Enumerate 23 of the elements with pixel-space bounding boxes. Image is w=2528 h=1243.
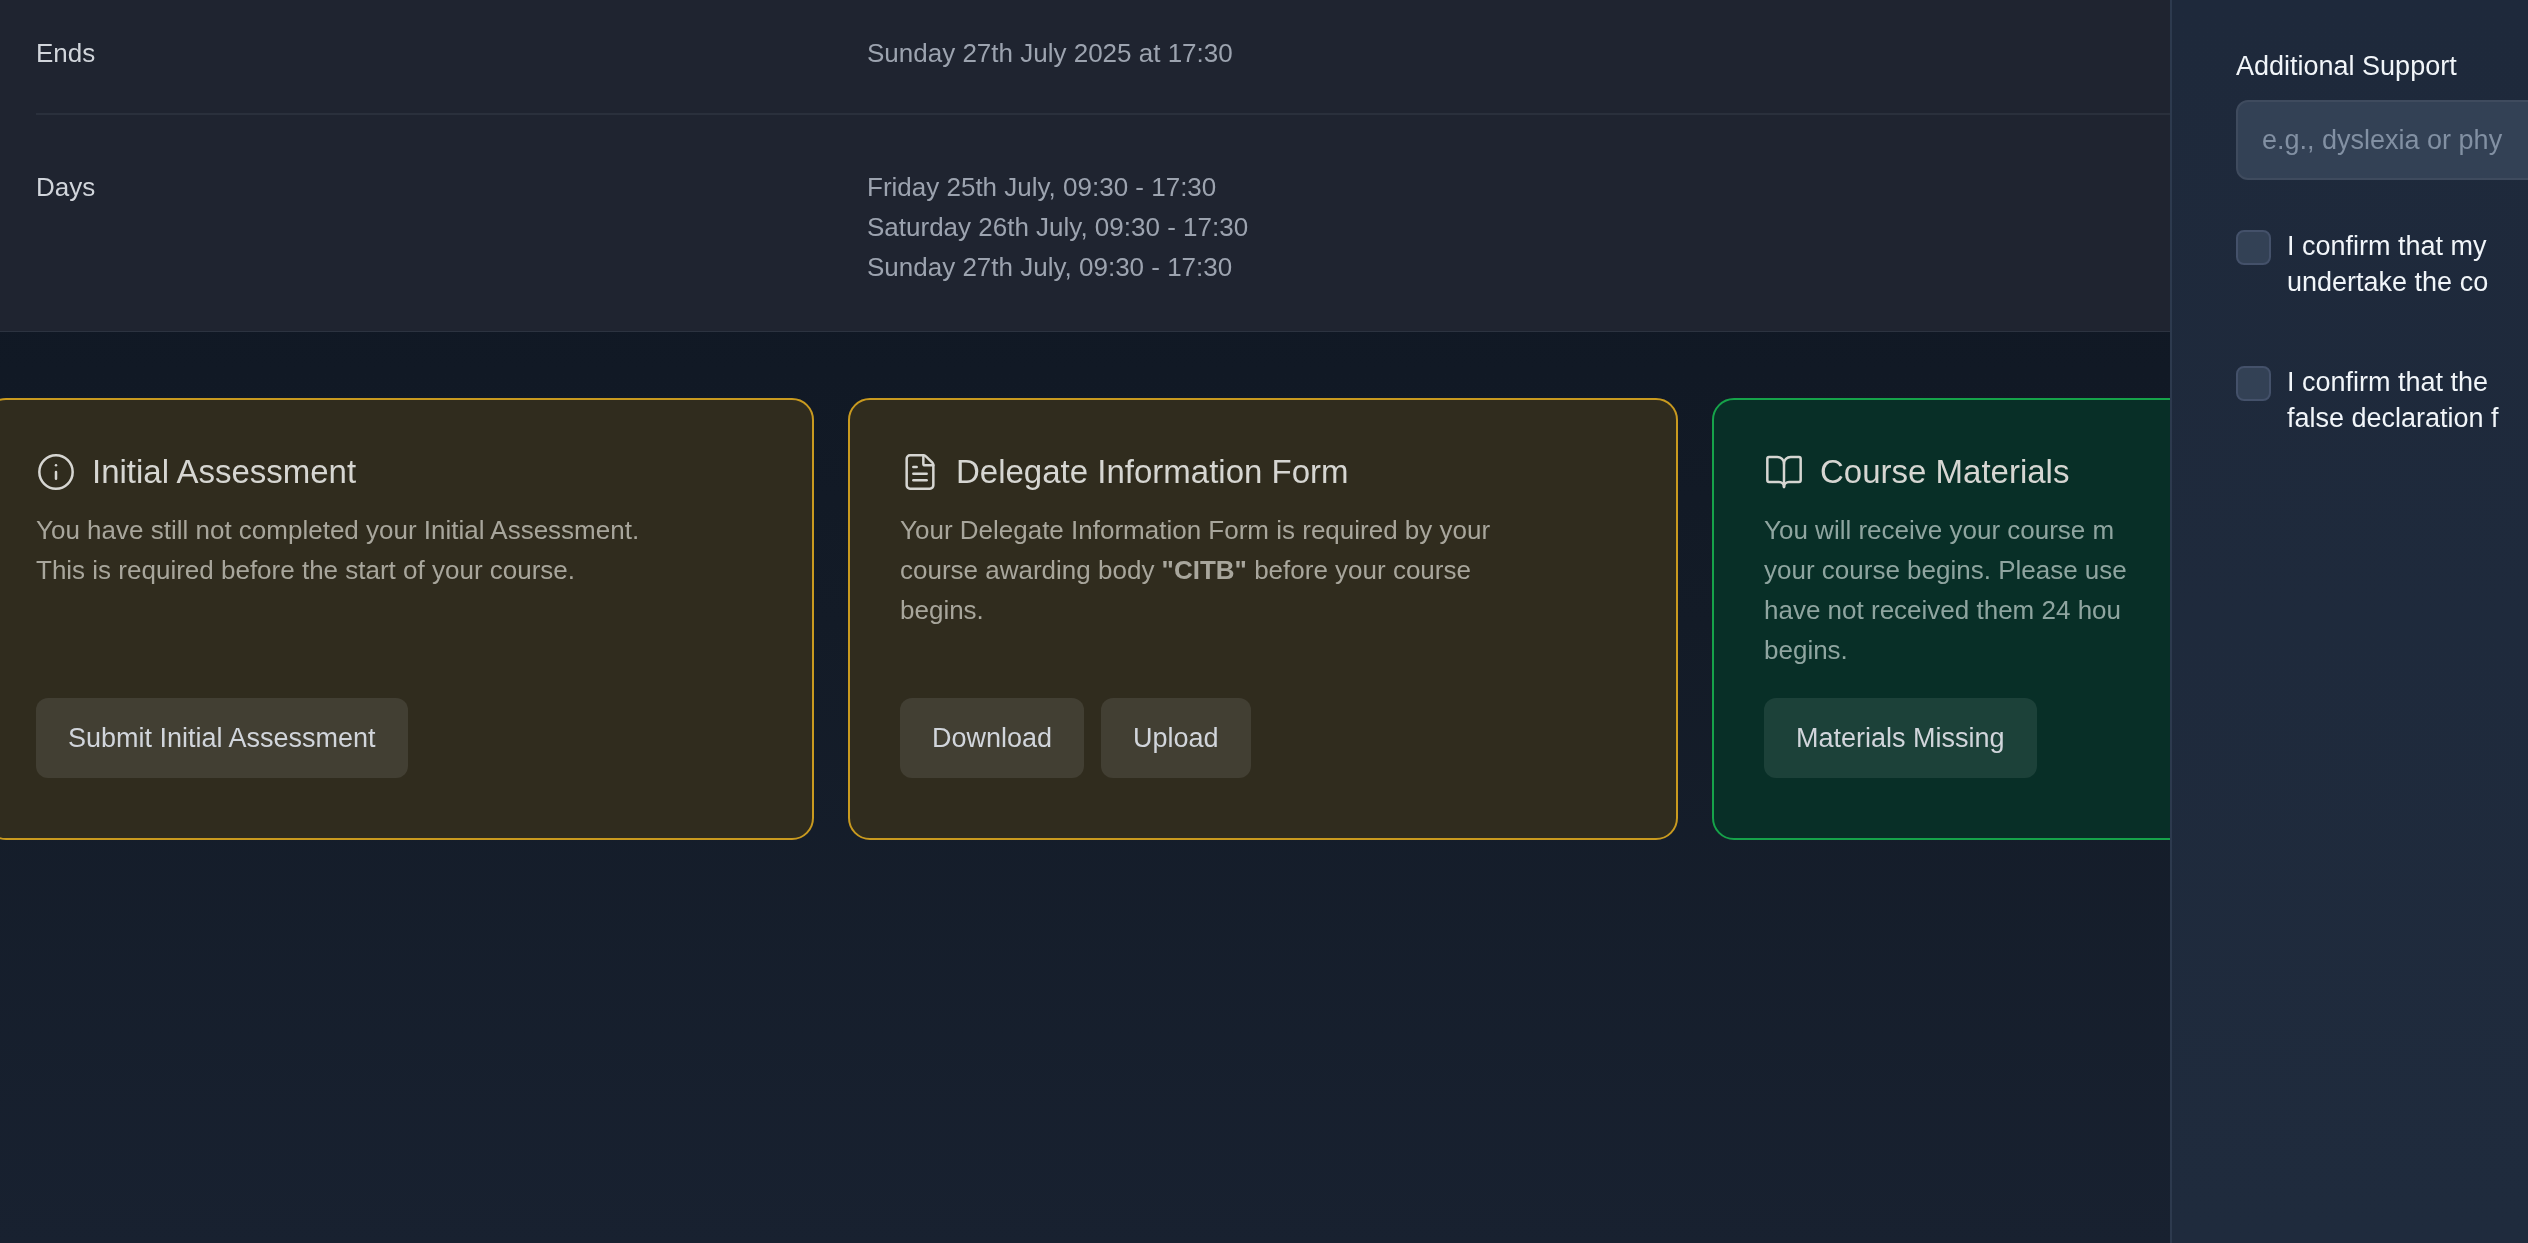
info-icon (36, 452, 76, 492)
detail-value: Sunday 27th July 2025 at 17:30 (867, 37, 1234, 70)
card-description: Your Delegate Information Form is required by your course awarding body "CITB" before your course begins. (900, 514, 1492, 627)
checkbox[interactable] (2236, 366, 2271, 401)
card-action-button[interactable]: Upload (1101, 698, 1251, 778)
card-description: You will receive your course m your course begins. Please use have not received them 24 hou begins. (1764, 514, 2128, 667)
card-title: Course Materials (1820, 453, 2070, 491)
card-title: Delegate Information Form (956, 453, 1349, 491)
card-description: You have still not completed your Initial Assessment. This is required before the start of your course. (36, 514, 641, 587)
card-title: Initial Assessment (92, 453, 357, 491)
support-input[interactable]: e.g., dyslexia or phy (2236, 100, 2528, 180)
checkbox-label: I confirm that the false declaration f (2287, 366, 2499, 435)
detail-value: Saturday 26th July, 09:30 - 17:30 (867, 211, 1250, 244)
checkbox[interactable] (2236, 230, 2271, 265)
detail-value: Friday 25th July, 09:30 - 17:30 (867, 171, 1218, 204)
field-label: Additional Support (2236, 50, 2458, 83)
detail-label: Ends (36, 37, 97, 70)
detail-label: Days (36, 171, 97, 204)
card-action-button[interactable]: Submit Initial Assessment (36, 698, 408, 778)
card-action-button[interactable]: Download (900, 698, 1085, 778)
checkbox-label: I confirm that my undertake the co (2287, 230, 2489, 299)
detail-value: Sunday 27th July, 09:30 - 17:30 (867, 251, 1234, 284)
card-action-button[interactable]: Materials Missing (1764, 698, 2037, 778)
